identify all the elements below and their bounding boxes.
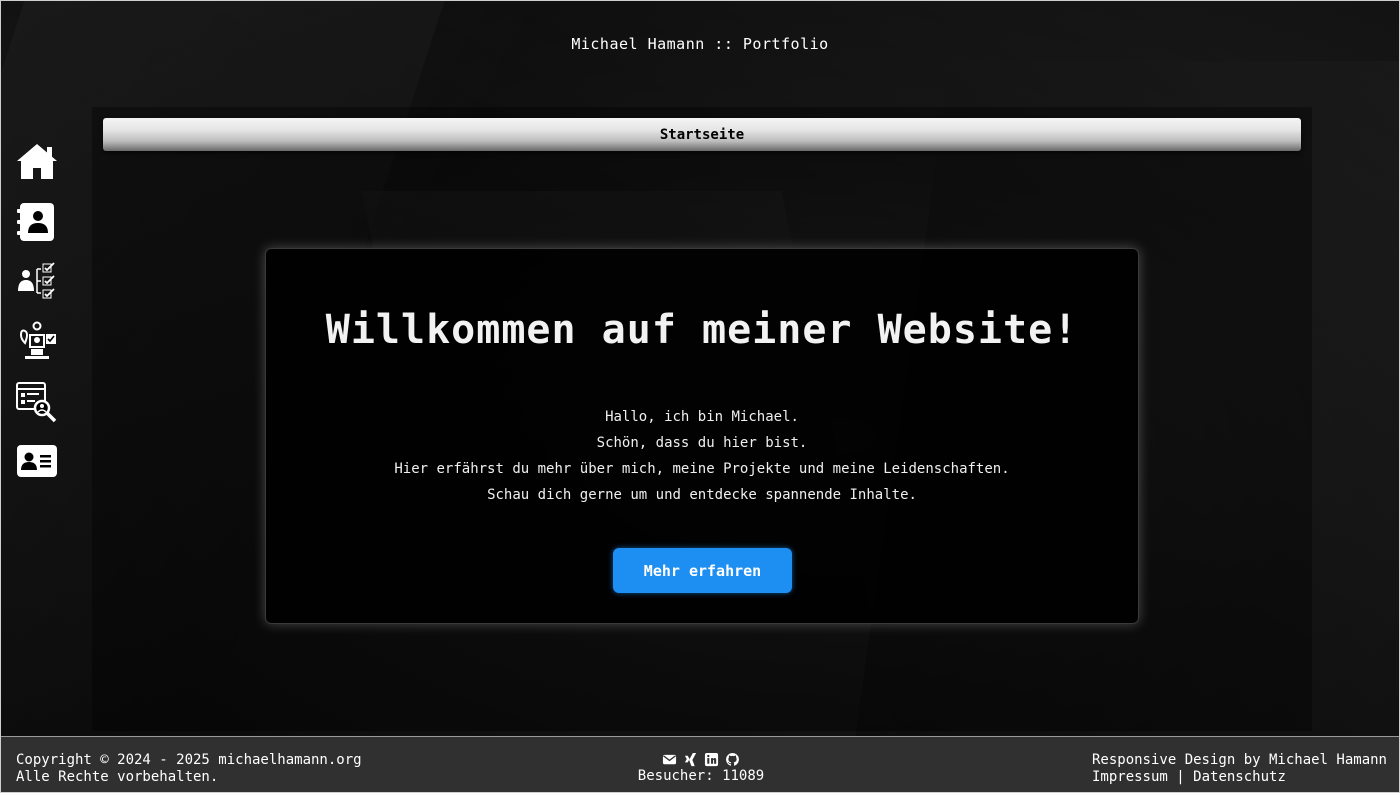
- intro-line: Hier erfährst du mehr über mich, meine P…: [394, 461, 1010, 477]
- sidebar-item-home[interactable]: [15, 141, 59, 183]
- person-checklist-icon: [15, 261, 59, 303]
- footer-copyright-block: Copyright © 2024 - 2025 michaelhamann.or…: [16, 752, 362, 786]
- intro-line: Schön, dass du hier bist.: [596, 435, 808, 451]
- copyright-text: Copyright © 2024 - 2025 michaelhamann.or…: [16, 752, 362, 768]
- sidebar-item-projects[interactable]: [15, 321, 59, 363]
- intro-line: Hallo, ich bin Michael.: [605, 409, 799, 425]
- mail-icon[interactable]: [662, 752, 677, 767]
- breadcrumb-label: Startseite: [659, 126, 745, 143]
- sidebar-item-skills[interactable]: [15, 261, 59, 303]
- footer: Copyright © 2024 - 2025 michaelhamann.or…: [1, 736, 1399, 792]
- id-card-icon: [15, 441, 59, 483]
- welcome-card: Willkommen auf meiner Website! Hallo, ic…: [265, 248, 1139, 624]
- learn-more-button[interactable]: Mehr erfahren: [613, 548, 792, 593]
- rights-text: Alle Rechte vorbehalten.: [16, 769, 219, 785]
- link-separator: |: [1176, 769, 1185, 785]
- welcome-heading: Willkommen auf meiner Website!: [325, 307, 1079, 353]
- visitor-counter: Besucher: 11089: [637, 768, 765, 784]
- imprint-link[interactable]: Impressum: [1092, 769, 1168, 785]
- design-credit: Responsive Design by Michael Hamann: [1091, 752, 1387, 768]
- sidebar-item-about[interactable]: [15, 441, 59, 483]
- site-title: Michael Hamann :: Portfolio: [571, 35, 829, 53]
- web-search-icon: [15, 381, 59, 423]
- page-background: Michael Hamann :: Portfolio Startseite W…: [0, 0, 1400, 793]
- linkedin-icon[interactable]: [704, 752, 719, 767]
- github-icon[interactable]: [725, 752, 740, 767]
- home-icon: [15, 141, 59, 183]
- intro-line: Schau dich gerne um und entdecke spannen…: [487, 487, 917, 503]
- contact-book-icon: [15, 201, 59, 243]
- footer-social-block: Besucher: 11089: [601, 751, 801, 785]
- breadcrumb: Startseite: [103, 118, 1301, 151]
- projects-icon: [15, 321, 59, 363]
- intro-text: Hallo, ich bin Michael. Schön, dass du h…: [266, 404, 1138, 508]
- privacy-link[interactable]: Datenschutz: [1193, 769, 1286, 785]
- sidebar-item-services[interactable]: [15, 381, 59, 423]
- xing-icon[interactable]: [683, 752, 698, 767]
- sidebar-item-contact[interactable]: [15, 201, 59, 243]
- social-links: [601, 751, 801, 768]
- footer-links-block: Responsive Design by Michael Hamann Impr…: [1092, 752, 1387, 786]
- legal-links: Impressum | Datenschutz: [1092, 769, 1387, 786]
